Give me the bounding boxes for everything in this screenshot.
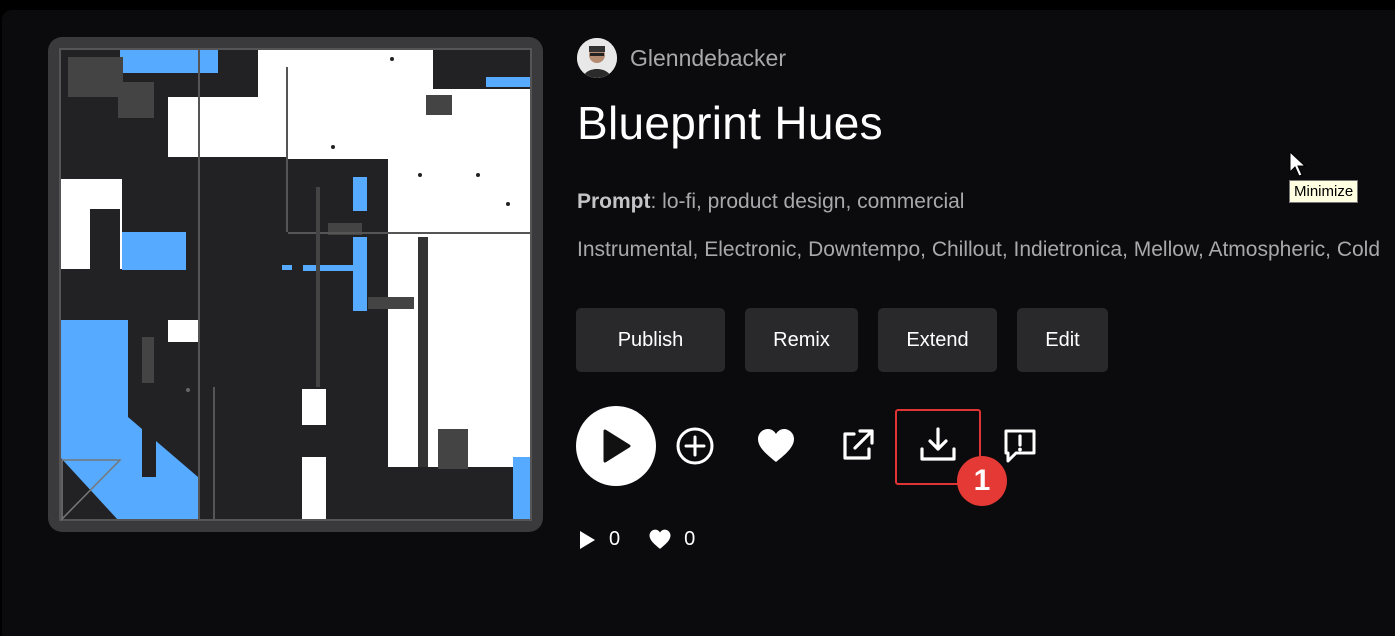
remix-button[interactable]: Remix [745, 308, 858, 372]
style-tags: Instrumental, Electronic, Downtempo, Chi… [577, 238, 1381, 261]
plus-circle-icon [676, 427, 714, 465]
add-to-playlist-button[interactable] [674, 425, 716, 467]
prompt-text: lo-fi, product design, commercial [662, 190, 965, 213]
download-button[interactable] [917, 424, 959, 466]
prompt-line: Prompt: lo-fi, product design, commercia… [577, 190, 965, 213]
heart-icon [758, 429, 794, 462]
prompt-label: Prompt [577, 190, 651, 213]
report-icon [1004, 429, 1036, 463]
stats-row: 0 0 [577, 528, 723, 551]
mouse-cursor-icon [1289, 151, 1307, 177]
publish-button[interactable]: Publish [576, 308, 725, 372]
like-count: 0 [684, 528, 696, 550]
download-icon [920, 427, 956, 461]
extend-button[interactable]: Extend [878, 308, 997, 372]
author-name[interactable]: Glenndebacker [630, 45, 786, 72]
external-link-icon [843, 429, 874, 460]
tooltip: Minimize [1289, 180, 1359, 203]
cover-art[interactable] [48, 37, 543, 532]
song-title: Blueprint Hues [577, 97, 883, 149]
like-button[interactable] [755, 425, 797, 467]
play-count: 0 [609, 528, 621, 550]
report-button[interactable] [999, 425, 1041, 467]
share-button[interactable] [836, 425, 878, 467]
avatar[interactable] [577, 38, 617, 78]
play-count-icon [580, 530, 595, 549]
author[interactable]: Glenndebacker [577, 38, 786, 78]
play-icon [603, 429, 631, 463]
edit-button[interactable]: Edit [1017, 308, 1108, 372]
play-button[interactable] [576, 406, 656, 486]
like-count-icon [649, 529, 671, 549]
